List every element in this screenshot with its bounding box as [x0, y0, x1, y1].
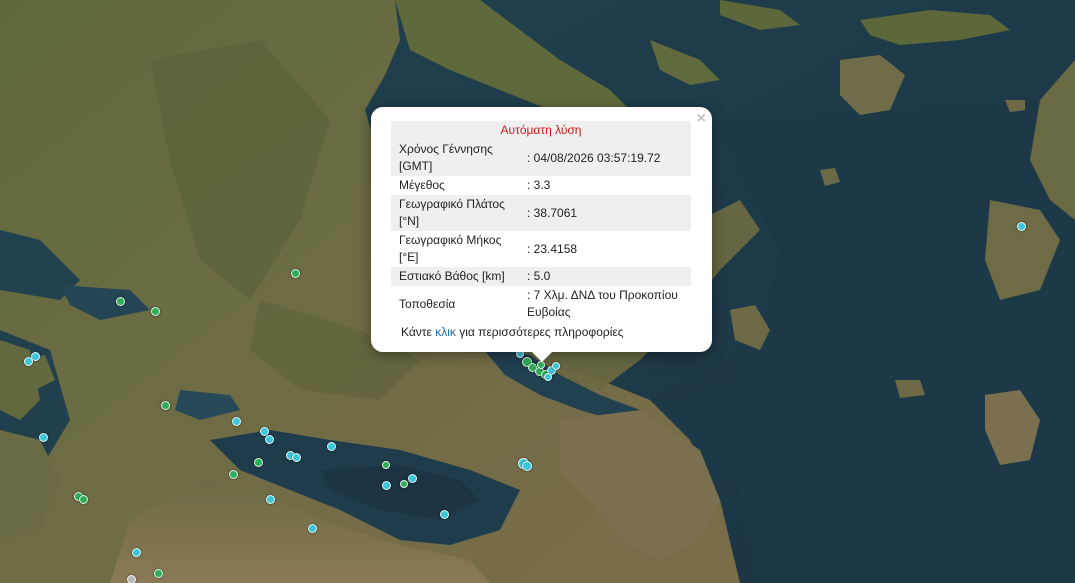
earthquake-marker[interactable]	[131, 547, 141, 557]
earthquake-marker[interactable]	[78, 494, 88, 504]
info-value: : 7 Χλμ. ΔΝΔ του Προκοπίου Ευβοίας	[527, 288, 678, 319]
earthquake-marker[interactable]	[522, 461, 532, 471]
info-label: Γεωγραφικό Πλάτος [°N]	[399, 197, 505, 228]
earthquake-info-table: Χρόνος Γέννησης [GMT] : 04/08/2026 03:57:…	[391, 140, 691, 322]
info-value: : 3.3	[527, 178, 551, 192]
footer-suffix: για περισσότερες πληροφορίες	[455, 325, 624, 339]
info-value: : 23.4158	[527, 241, 578, 256]
info-value: : 04/08/2026 03:57:19.72	[527, 150, 661, 165]
more-info-link[interactable]: κλικ	[435, 325, 456, 339]
earthquake-marker[interactable]	[381, 480, 391, 490]
earthquake-marker[interactable]	[1016, 221, 1026, 231]
info-value: : 5.0	[527, 269, 551, 283]
earthquake-marker[interactable]	[544, 373, 552, 381]
popup-footer: Κάντε κλικ για περισσότερες πληροφορίες	[391, 324, 691, 341]
info-row: Μέγεθος : 3.3	[391, 176, 691, 195]
earthquake-marker[interactable]	[253, 457, 263, 467]
info-value: : 38.7061	[527, 205, 578, 220]
info-row: Γεωγραφικό Μήκος [°E] : 23.4158	[391, 231, 691, 267]
earthquake-marker[interactable]	[439, 509, 449, 519]
earthquake-marker[interactable]	[326, 441, 336, 451]
earthquake-marker[interactable]	[115, 296, 125, 306]
close-icon[interactable]: ×	[697, 111, 706, 127]
info-row: Εστιακό Βάθος [km] : 5.0	[391, 267, 691, 286]
popup-content: Αυτόματη λύση Χρόνος Γέννησης [GMT] : 04/…	[391, 121, 691, 341]
info-label: Μέγεθος	[399, 178, 445, 192]
earthquake-marker[interactable]	[407, 473, 417, 483]
earthquake-info-popup: × Αυτόματη λύση Χρόνος Γέννησης [GMT] : 0…	[371, 107, 712, 352]
info-label: Τοποθεσία	[399, 296, 456, 311]
popup-tip	[531, 351, 553, 362]
earthquake-marker[interactable]	[153, 568, 163, 578]
info-label: Χρόνος Γέννησης [GMT]	[399, 142, 493, 173]
info-label: Γεωγραφικό Μήκος [°E]	[399, 233, 502, 264]
earthquake-marker[interactable]	[400, 480, 408, 488]
earthquake-marker[interactable]	[537, 361, 545, 369]
earthquake-marker[interactable]	[38, 432, 48, 442]
earthquake-marker[interactable]	[290, 268, 300, 278]
earthquake-marker[interactable]	[264, 434, 274, 444]
info-row: Τοποθεσία : 7 Χλμ. ΔΝΔ του Προκοπίου Ευβο…	[391, 286, 691, 322]
popup-title: Αυτόματη λύση	[391, 121, 691, 140]
earthquake-marker[interactable]	[259, 426, 269, 436]
info-row: Γεωγραφικό Πλάτος [°N] : 38.7061	[391, 195, 691, 231]
info-label: Εστιακό Βάθος [km]	[399, 269, 505, 283]
earthquake-marker[interactable]	[265, 494, 275, 504]
earthquake-marker[interactable]	[23, 356, 33, 366]
earthquake-marker[interactable]	[231, 416, 241, 426]
earthquake-marker[interactable]	[228, 469, 238, 479]
earthquake-marker[interactable]	[552, 362, 560, 370]
earthquake-marker[interactable]	[291, 452, 301, 462]
earthquake-marker[interactable]	[150, 306, 160, 316]
earthquake-marker[interactable]	[160, 400, 170, 410]
footer-prefix: Κάντε	[401, 325, 436, 339]
earthquake-marker[interactable]	[382, 461, 390, 469]
info-row: Χρόνος Γέννησης [GMT] : 04/08/2026 03:57:…	[391, 140, 691, 176]
earthquake-marker[interactable]	[126, 574, 136, 583]
earthquake-marker[interactable]	[307, 523, 317, 533]
